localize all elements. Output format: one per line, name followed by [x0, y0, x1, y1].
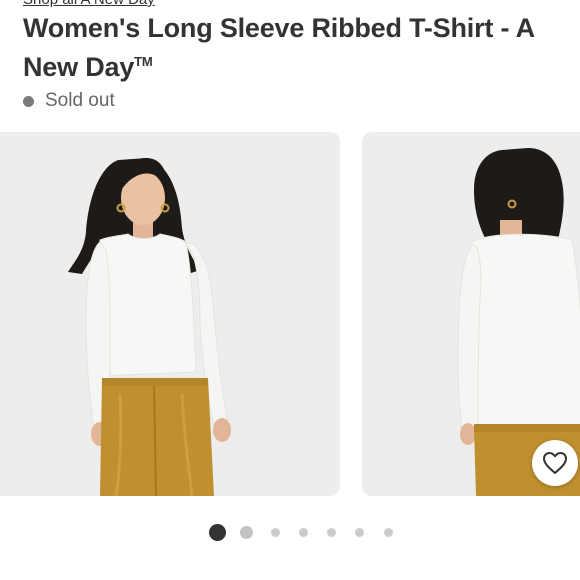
trademark-mark: TM	[134, 54, 153, 69]
favorite-button[interactable]	[532, 440, 578, 486]
carousel-pagination	[0, 524, 580, 542]
carousel-dot-3[interactable]	[271, 528, 280, 537]
status-text: Sold out	[45, 90, 115, 111]
heart-icon	[543, 452, 567, 474]
product-image-front[interactable]	[0, 132, 340, 496]
carousel-dot-1[interactable]	[209, 524, 226, 541]
carousel-dot-6[interactable]	[355, 528, 364, 537]
product-title: Women's Long Sleeve Ribbed T-Shirt - A N…	[23, 12, 563, 84]
carousel-dot-5[interactable]	[327, 528, 336, 537]
brand-link[interactable]: Shop all A New Day	[23, 0, 155, 8]
carousel-dot-2[interactable]	[240, 526, 253, 539]
image-carousel[interactable]	[0, 132, 580, 496]
availability-status: Sold out	[23, 90, 115, 112]
model-front-illustration	[68, 158, 231, 496]
status-dot	[23, 95, 34, 107]
product-title-text: Women's Long Sleeve Ribbed T-Shirt - A N…	[23, 13, 534, 82]
product-page: Shop all A New Day Women's Long Sleeve R…	[0, 0, 580, 580]
carousel-dot-7[interactable]	[384, 528, 393, 537]
carousel-dot-4[interactable]	[299, 528, 308, 537]
